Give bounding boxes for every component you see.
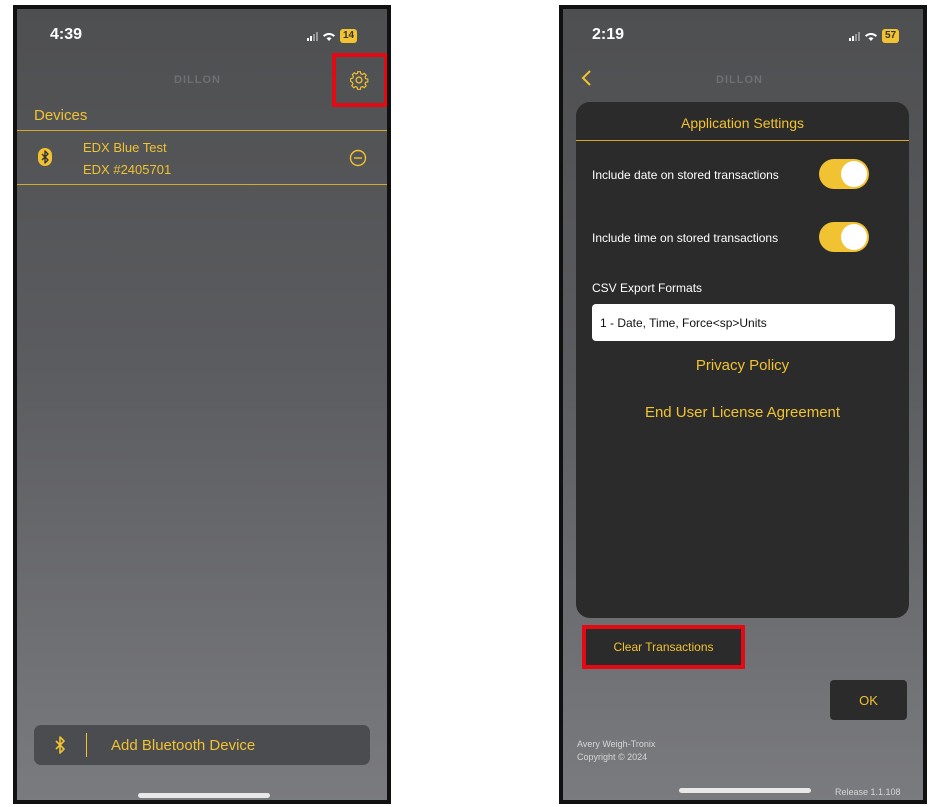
wifi-icon (865, 32, 877, 41)
devices-screen: 4:39 14 DILLON Devices EDX Blue Test EDX… (13, 5, 391, 804)
battery-indicator: 57 (882, 29, 900, 43)
settings-highlight-box (332, 53, 387, 107)
back-button[interactable] (580, 69, 592, 92)
status-time: 4:39 (50, 26, 83, 43)
include-date-label: Include date on stored transactions (592, 168, 779, 182)
divider (576, 140, 909, 141)
minus-circle-icon (349, 149, 367, 167)
include-time-toggle[interactable] (819, 222, 869, 252)
device-id: EDX #2405701 (83, 162, 172, 177)
divider (17, 184, 387, 185)
status-time: 2:19 (592, 26, 625, 43)
bluetooth-icon (38, 148, 52, 166)
wifi-icon (323, 32, 335, 41)
status-icons: 57 (849, 29, 900, 43)
bluetooth-icon (34, 733, 87, 757)
home-indicator[interactable] (138, 793, 270, 798)
status-icons: 14 (307, 29, 358, 43)
device-name: EDX Blue Test (83, 140, 167, 155)
release-version: Release 1.1.108 (835, 787, 901, 797)
include-date-toggle[interactable] (819, 159, 869, 189)
remove-device-button[interactable] (349, 149, 367, 172)
csv-export-label: CSV Export Formats (592, 281, 703, 295)
add-bluetooth-device-button[interactable]: Add Bluetooth Device (34, 725, 370, 765)
device-row[interactable]: EDX Blue Test EDX #2405701 (17, 131, 387, 184)
chevron-left-icon (581, 70, 591, 86)
privacy-policy-link[interactable]: Privacy Policy (576, 357, 909, 374)
clear-transactions-label: Clear Transactions (613, 640, 714, 654)
settings-screen: 2:19 57 DILLON Application Settings Incl… (559, 5, 927, 804)
brand-logo: DILLON (716, 74, 763, 86)
clear-transactions-button[interactable]: Clear Transactions (582, 625, 745, 669)
devices-heading: Devices (34, 107, 88, 124)
battery-indicator: 14 (340, 29, 358, 43)
include-time-label: Include time on stored transactions (592, 231, 779, 245)
settings-panel: Application Settings Include date on sto… (576, 102, 909, 618)
copyright-text: Copyright © 2024 (577, 752, 648, 762)
eula-link[interactable]: End User License Agreement (576, 404, 909, 421)
panel-title: Application Settings (681, 115, 804, 131)
add-bluetooth-device-label: Add Bluetooth Device (111, 736, 256, 754)
home-indicator[interactable] (679, 788, 811, 793)
brand-logo: DILLON (174, 74, 221, 86)
signal-icon (849, 31, 860, 41)
csv-export-select[interactable]: 1 - Date, Time, Force<sp>Units (592, 304, 895, 341)
company-name: Avery Weigh-Tronix (577, 739, 656, 749)
ok-button[interactable]: OK (830, 680, 907, 720)
signal-icon (307, 31, 318, 41)
